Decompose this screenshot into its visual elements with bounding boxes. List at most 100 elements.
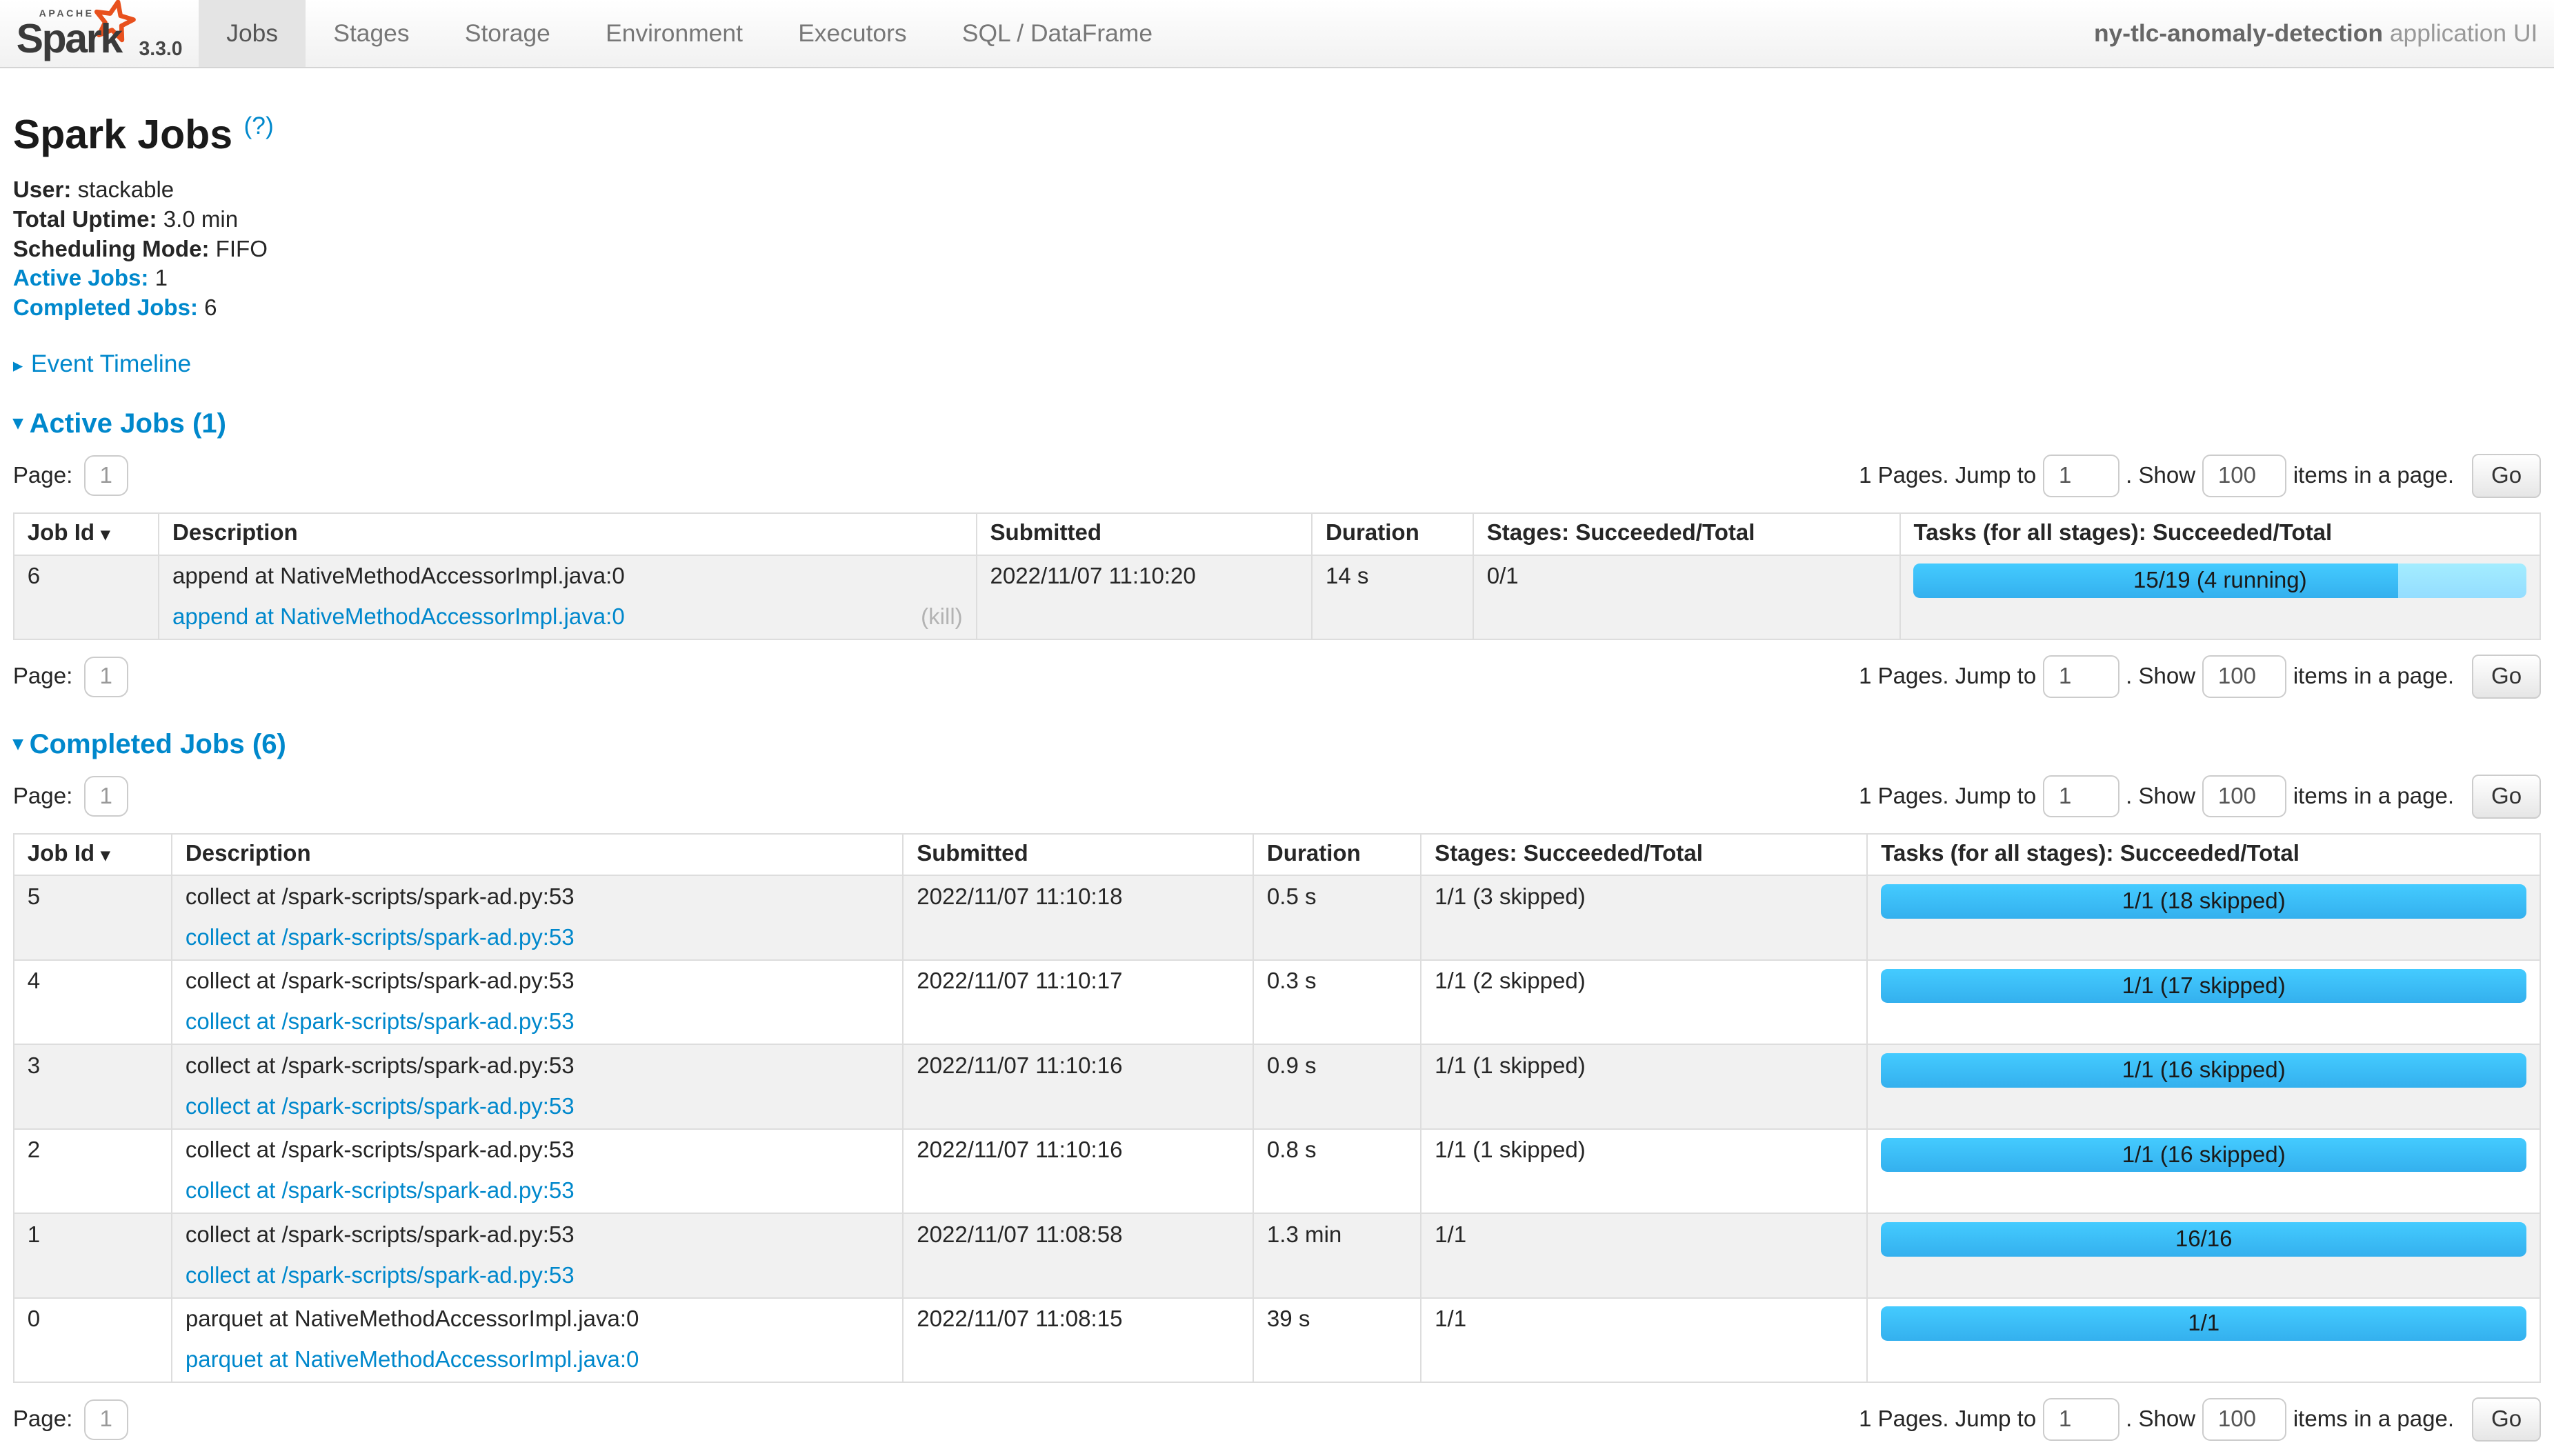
pagination-completed-top: Page: 1 Pages. Jump to . Show items in a… [13,775,2541,819]
kill-link[interactable]: (kill) [921,603,963,632]
submitted-cell: 2022/11/07 11:10:20 [977,555,1312,639]
column-header-description[interactable]: Description [159,513,977,555]
expanded-arrow-icon: ▾ [13,412,23,434]
column-header-submitted[interactable]: Submitted [903,834,1253,876]
progress-label: 1/1 (16 skipped) [1881,1053,2526,1088]
spark-logo-mark: APACHE Spark [17,3,130,59]
table-header-row: Job Id ▾ Description Submitted Duration … [14,834,2540,876]
duration-cell: 14 s [1312,555,1473,639]
section-header-completed-jobs[interactable]: ▾Completed Jobs (6) [13,728,2541,760]
items-per-page-input[interactable] [2202,455,2287,497]
job-description: collect at /spark-scripts/spark-ad.py:53 [186,1052,890,1081]
completed-jobs-link[interactable]: Completed Jobs: [13,295,198,321]
column-header-duration[interactable]: Duration [1312,513,1473,555]
summary-active-jobs: Active Jobs: 1 [13,264,2541,294]
job-description: parquet at NativeMethodAccessorImpl.java… [186,1305,890,1335]
job-id-cell: 0 [14,1298,172,1382]
stages-cell: 1/1 (3 skipped) [1421,875,1867,959]
go-button[interactable]: Go [2472,775,2541,819]
go-button[interactable]: Go [2472,655,2541,699]
page-input[interactable] [84,657,128,697]
go-button[interactable]: Go [2472,1397,2541,1442]
column-header-stages[interactable]: Stages: Succeeded/Total [1473,513,1900,555]
app-title: ny-tlc-anomaly-detection application UI [2094,19,2554,48]
progress-label: 1/1 (18 skipped) [1881,884,2526,919]
summary-scheduling-label: Scheduling Mode: [13,237,210,262]
event-timeline-toggle[interactable]: ▸Event Timeline [13,350,2541,378]
job-description-link[interactable]: collect at /spark-scripts/spark-ad.py:53 [186,1008,575,1037]
go-button[interactable]: Go [2472,454,2541,498]
stages-cell: 1/1 (1 skipped) [1421,1044,1867,1128]
active-jobs-link[interactable]: Active Jobs: [13,266,149,291]
nav-tab-executors[interactable]: Executors [770,0,935,67]
job-description-cell: collect at /spark-scripts/spark-ad.py:53… [172,1129,903,1213]
column-header-stages[interactable]: Stages: Succeeded/Total [1421,834,1867,876]
column-header-job-id[interactable]: Job Id ▾ [14,513,159,555]
column-header-submitted[interactable]: Submitted [977,513,1312,555]
job-row: 3 collect at /spark-scripts/spark-ad.py:… [14,1044,2540,1128]
job-row: 0 parquet at NativeMethodAccessorImpl.ja… [14,1298,2540,1382]
table-header-row: Job Id ▾ Description Submitted Duration … [14,513,2540,555]
stages-cell: 1/1 [1421,1298,1867,1382]
show-label: . Show [2126,664,2195,690]
job-description: append at NativeMethodAccessorImpl.java:… [172,562,963,592]
job-description-link[interactable]: append at NativeMethodAccessorImpl.java:… [172,603,625,632]
column-header-tasks[interactable]: Tasks (for all stages): Succeeded/Total [1867,834,2540,876]
summary-active-value: 1 [148,266,168,291]
nav-tab-storage[interactable]: Storage [437,0,578,67]
jump-to-input[interactable] [2043,1398,2119,1440]
progress-label: 1/1 (17 skipped) [1881,969,2526,1004]
column-header-duration[interactable]: Duration [1253,834,1421,876]
jump-to-input[interactable] [2043,775,2119,817]
page-title: Spark Jobs (?) [13,111,2541,158]
job-description-link[interactable]: collect at /spark-scripts/spark-ad.py:53 [186,924,575,953]
progress-label: 15/19 (4 running) [1913,564,2526,598]
items-per-page-input[interactable] [2202,1398,2287,1440]
task-progress-bar: 1/1 [1881,1306,2526,1341]
job-description-link[interactable]: collect at /spark-scripts/spark-ad.py:53 [186,1177,575,1206]
nav-tab-sql-dataframe[interactable]: SQL / DataFrame [935,0,1180,67]
column-header-description[interactable]: Description [172,834,903,876]
page-input[interactable] [84,1399,128,1440]
section-header-active-jobs[interactable]: ▾Active Jobs (1) [13,408,2541,439]
help-link[interactable]: (?) [243,111,273,139]
job-description-cell: collect at /spark-scripts/spark-ad.py:53… [172,960,903,1044]
app-name: ny-tlc-anomaly-detection [2094,19,2383,47]
tasks-cell: 1/1 (16 skipped) [1867,1044,2540,1128]
progress-label: 16/16 [1881,1222,2526,1257]
nav-tab-jobs[interactable]: Jobs [199,0,306,67]
page-input[interactable] [84,455,128,496]
tasks-cell: 15/19 (4 running) [1900,555,2541,639]
duration-cell: 0.8 s [1253,1129,1421,1213]
items-label: items in a page. [2293,664,2454,690]
task-progress-bar: 1/1 (16 skipped) [1881,1138,2526,1173]
nav-tab-stages[interactable]: Stages [306,0,437,67]
submitted-cell: 2022/11/07 11:08:15 [903,1298,1253,1382]
page-input[interactable] [84,776,128,817]
pagination-active-top: Page: 1 Pages. Jump to . Show items in a… [13,454,2541,498]
duration-cell: 0.3 s [1253,960,1421,1044]
show-label: . Show [2126,784,2195,810]
summary-list: User: stackable Total Uptime: 3.0 min Sc… [13,176,2541,324]
column-header-tasks[interactable]: Tasks (for all stages): Succeeded/Total [1900,513,2541,555]
job-description-link[interactable]: collect at /spark-scripts/spark-ad.py:53 [186,1261,575,1291]
page-label: Page: [13,664,72,690]
items-per-page-input[interactable] [2202,655,2287,697]
summary-uptime-value: 3.0 min [157,207,239,232]
items-per-page-input[interactable] [2202,775,2287,817]
items-label: items in a page. [2293,463,2454,489]
summary-scheduling-value: FIFO [209,237,267,262]
pages-info: 1 Pages. Jump to [1859,784,2036,810]
nav-tab-environment[interactable]: Environment [578,0,770,67]
stages-cell: 1/1 (1 skipped) [1421,1129,1867,1213]
stages-cell: 1/1 (2 skipped) [1421,960,1867,1044]
jump-to-input[interactable] [2043,655,2119,697]
column-header-job-id[interactable]: Job Id ▾ [14,834,172,876]
jump-to-input[interactable] [2043,455,2119,497]
job-description-link[interactable]: parquet at NativeMethodAccessorImpl.java… [186,1346,639,1375]
job-description-link[interactable]: collect at /spark-scripts/spark-ad.py:53 [186,1093,575,1122]
page-label: Page: [13,463,72,489]
job-description-cell: collect at /spark-scripts/spark-ad.py:53… [172,1044,903,1128]
app-title-suffix: application UI [2383,19,2537,47]
submitted-cell: 2022/11/07 11:10:16 [903,1129,1253,1213]
